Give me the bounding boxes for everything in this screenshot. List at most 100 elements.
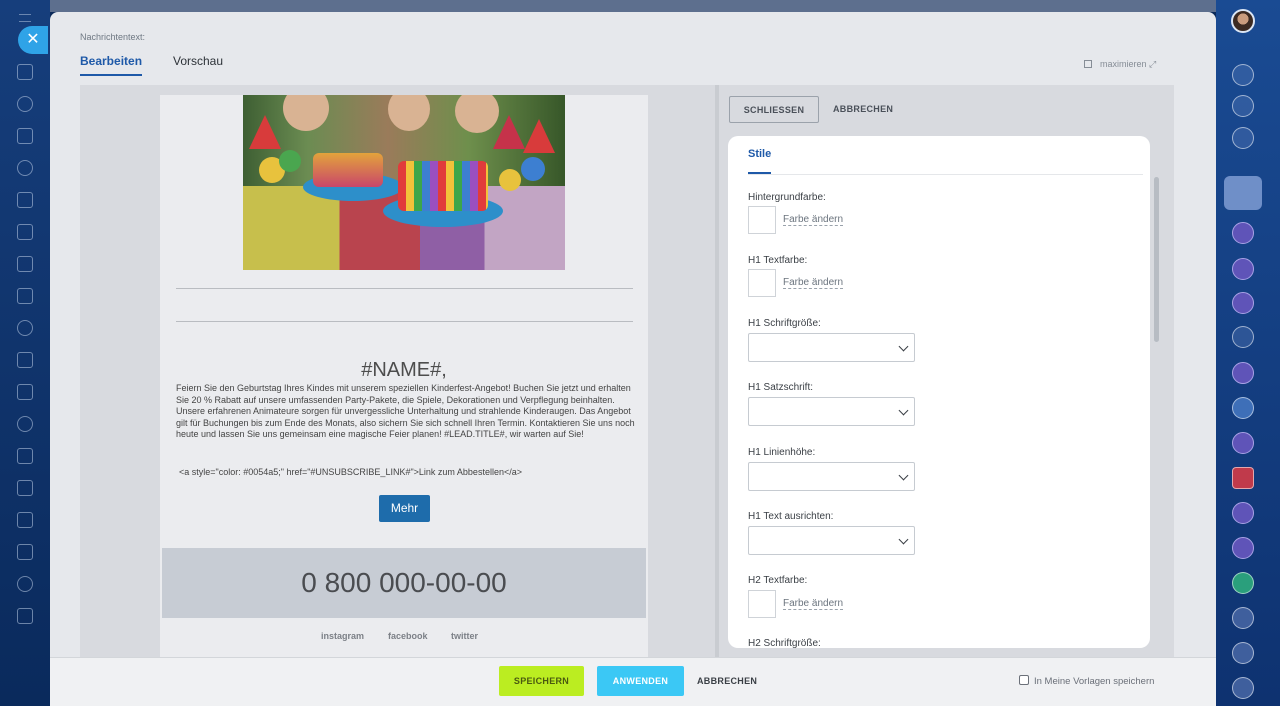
- phone-number[interactable]: 0 800 000-00-00: [162, 548, 646, 618]
- tab-preview[interactable]: Vorschau: [173, 54, 223, 68]
- balloon: [499, 169, 521, 191]
- field-label: Nachrichtentext:: [80, 32, 146, 42]
- left-navigation: [0, 0, 50, 706]
- divider: [176, 321, 633, 322]
- task-icon[interactable]: [1232, 467, 1254, 489]
- h1-font-select[interactable]: [748, 397, 915, 426]
- user-avatar[interactable]: [1231, 9, 1255, 33]
- h2-font-size-label: H2 Schriftgröße:: [748, 638, 821, 648]
- h1-font-size-label: H1 Schriftgröße:: [748, 318, 821, 329]
- h1-color-swatch[interactable]: [748, 269, 776, 297]
- balloon: [279, 150, 301, 172]
- contact-avatar[interactable]: [1232, 397, 1254, 419]
- chat-contact-icon[interactable]: [1232, 292, 1254, 314]
- chevron-down-icon: [898, 470, 909, 481]
- lock-icon[interactable]: [1232, 677, 1254, 699]
- h2-color-label: H2 Textfarbe:: [748, 575, 808, 586]
- chevron-down-icon: [898, 534, 909, 545]
- activity-icon[interactable]: [1232, 95, 1254, 117]
- background-color-swatch[interactable]: [748, 206, 776, 234]
- menu-icon[interactable]: [19, 14, 31, 22]
- h1-align-select[interactable]: [748, 526, 915, 555]
- selected-contact-avatar[interactable]: [1224, 176, 1262, 210]
- automation-icon[interactable]: [17, 448, 33, 464]
- lock-icon[interactable]: [1232, 572, 1254, 594]
- sites-icon[interactable]: [17, 256, 33, 272]
- hero-image[interactable]: [243, 95, 565, 270]
- chat-contact-icon[interactable]: [1232, 222, 1254, 244]
- message-editor-panel: Nachrichtentext: Bearbeiten Vorschau max…: [50, 12, 1216, 706]
- panel-divider: [715, 85, 719, 657]
- unsubscribe-code[interactable]: <a style="color: #0054a5;" href="#UNSUBS…: [179, 467, 522, 477]
- search-icon[interactable]: [1232, 127, 1254, 149]
- twitter-link[interactable]: twitter: [451, 631, 478, 641]
- cart-icon[interactable]: [17, 384, 33, 400]
- facebook-link[interactable]: facebook: [388, 631, 428, 641]
- apply-button[interactable]: ANWENDEN: [597, 666, 684, 696]
- save-button[interactable]: SPEICHERN: [499, 666, 584, 696]
- rainbow-cake: [398, 161, 488, 211]
- chat-icon[interactable]: [17, 320, 33, 336]
- style-settings-card: Stile Hintergrundfarbe: Farbe ändern H1 …: [728, 136, 1150, 648]
- tasks-icon[interactable]: [17, 128, 33, 144]
- crm-icon[interactable]: [17, 224, 33, 240]
- save-template-label[interactable]: In Meine Vorlagen speichern: [1034, 676, 1154, 687]
- close-slider-button[interactable]: ✕: [18, 26, 48, 54]
- cards-icon[interactable]: [17, 512, 33, 528]
- contacts-icon[interactable]: [17, 160, 33, 176]
- h1-font-label: H1 Satzschrift:: [748, 382, 814, 393]
- chat-contact-icon[interactable]: [1232, 502, 1254, 524]
- background-color-label: Hintergrundfarbe:: [748, 192, 826, 203]
- h1-font-size-select[interactable]: [748, 333, 915, 362]
- chevron-down-icon: [898, 405, 909, 416]
- close-button[interactable]: SCHLIESSEN: [729, 96, 819, 123]
- more-icon[interactable]: [17, 608, 33, 624]
- checklist-icon[interactable]: [17, 288, 33, 304]
- change-color-link[interactable]: Farbe ändern: [783, 598, 844, 610]
- chat-contact-icon[interactable]: [1232, 362, 1254, 384]
- chevron-down-icon: [898, 341, 909, 352]
- chat-contact-icon[interactable]: [1232, 537, 1254, 559]
- party-hat: [249, 115, 281, 149]
- lock-icon[interactable]: [1232, 642, 1254, 664]
- home-icon[interactable]: [17, 64, 33, 80]
- save-template-checkbox[interactable]: [1019, 675, 1029, 685]
- analytics-icon[interactable]: [17, 352, 33, 368]
- lock-icon[interactable]: [1232, 607, 1254, 629]
- party-hat: [493, 115, 525, 149]
- action-bar: SPEICHERN ANWENDEN ABBRECHEN In Meine Vo…: [50, 657, 1216, 706]
- settings-icon[interactable]: [17, 576, 33, 592]
- maximize-button[interactable]: maximieren ⤢: [1084, 59, 1156, 70]
- top-strip: [50, 0, 1216, 12]
- h1-line-height-label: H1 Linienhöhe:: [748, 447, 816, 458]
- instagram-link[interactable]: instagram: [321, 631, 364, 641]
- chat-contact-icon[interactable]: [1232, 258, 1254, 280]
- window-icon: [1084, 60, 1092, 68]
- email-body-text[interactable]: Feiern Sie den Geburtstag Ihres Kindes m…: [176, 383, 636, 441]
- tab-styles[interactable]: Stile: [748, 148, 772, 174]
- settings-scrollbar[interactable]: [1154, 177, 1159, 342]
- documents-icon[interactable]: [17, 192, 33, 208]
- more-button[interactable]: Mehr: [379, 495, 430, 522]
- contact-avatar[interactable]: [1232, 326, 1254, 348]
- chat-contact-icon[interactable]: [1232, 432, 1254, 454]
- cancel-button[interactable]: ABBRECHEN: [833, 96, 893, 123]
- feed-icon[interactable]: [17, 96, 33, 112]
- tab-underline: [748, 174, 1143, 175]
- tab-edit[interactable]: Bearbeiten: [80, 54, 143, 76]
- change-color-link[interactable]: Farbe ändern: [783, 214, 844, 226]
- h1-line-height-select[interactable]: [748, 462, 915, 491]
- change-color-link[interactable]: Farbe ändern: [783, 277, 844, 289]
- filter-icon[interactable]: [17, 480, 33, 496]
- child-figure: [283, 95, 329, 131]
- email-canvas: #NAME#, Feiern Sie den Geburtstag Ihres …: [160, 95, 648, 657]
- cancel-button[interactable]: ABBRECHEN: [697, 666, 757, 696]
- h2-color-swatch[interactable]: [748, 590, 776, 618]
- team-icon[interactable]: [17, 544, 33, 560]
- expand-icon: ⤢: [1149, 59, 1157, 69]
- divider: [176, 288, 633, 289]
- marketing-icon[interactable]: [17, 416, 33, 432]
- email-greeting[interactable]: #NAME#,: [160, 359, 648, 382]
- notifications-icon[interactable]: [1232, 64, 1254, 86]
- party-hat: [523, 119, 555, 153]
